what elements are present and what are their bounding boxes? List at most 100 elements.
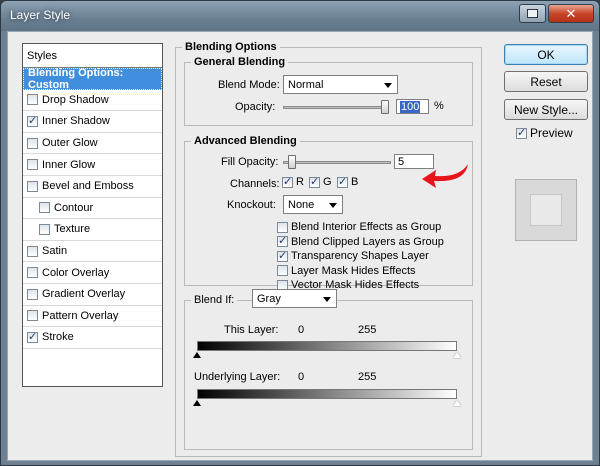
checkbox-icon: [277, 265, 288, 277]
checkbox-icon[interactable]: [39, 202, 50, 214]
channel-g-label: G: [323, 176, 332, 188]
advanced-blending-title: Advanced Blending: [191, 135, 300, 147]
checkbox-icon: [516, 126, 527, 139]
blend-if-select[interactable]: Gray: [252, 289, 337, 308]
style-item[interactable]: Blending Options: Custom: [23, 66, 162, 91]
fill-opacity-slider-thumb[interactable]: [288, 155, 296, 169]
restore-icon: [527, 9, 538, 18]
channel-r-checkbox[interactable]: R: [282, 175, 304, 188]
close-button[interactable]: ✕: [548, 4, 594, 23]
general-blending-group: General Blending Blend Mode: Normal Opac…: [184, 56, 473, 126]
reset-button[interactable]: Reset: [504, 71, 588, 92]
ok-button[interactable]: OK: [504, 44, 588, 65]
style-item-label: Bevel and Emboss: [42, 180, 134, 193]
chevron-down-icon: [323, 297, 331, 302]
checkbox-icon[interactable]: [27, 245, 38, 257]
style-item[interactable]: Drop Shadow: [23, 90, 162, 112]
style-item[interactable]: Outer Glow: [23, 133, 162, 155]
style-item[interactable]: Gradient Overlay: [23, 284, 162, 306]
styles-list-header[interactable]: Styles: [23, 44, 162, 68]
styles-list: Styles Blending Options: Custom Drop Shad…: [22, 43, 163, 387]
checkbox-icon[interactable]: [27, 330, 38, 343]
style-item-label: Inner Shadow: [42, 115, 110, 128]
new-style-button[interactable]: New Style...: [504, 99, 588, 120]
preview-checkbox[interactable]: Preview: [516, 126, 573, 140]
channel-r-label: R: [296, 176, 304, 188]
checkbox-icon[interactable]: [27, 159, 38, 171]
knockout-select[interactable]: None: [283, 195, 343, 214]
blend-if-label: Blend If:: [191, 294, 238, 306]
opacity-unit: %: [434, 100, 444, 112]
checkbox-icon: [277, 249, 288, 262]
advanced-option-label: Blend Clipped Layers as Group: [291, 235, 444, 248]
style-item[interactable]: Satin: [23, 241, 162, 263]
style-item[interactable]: Inner Shadow: [23, 111, 162, 133]
style-item[interactable]: Bevel and Emboss: [23, 176, 162, 198]
channels-label: Channels:: [230, 178, 280, 190]
annotation-arrow-icon: [422, 164, 468, 188]
style-item-label: Satin: [42, 245, 68, 258]
advanced-option-label: Transparency Shapes Layer: [291, 250, 429, 263]
style-item-label: Color Overlay: [42, 266, 110, 279]
style-item[interactable]: Stroke: [23, 327, 162, 349]
this-layer-label: This Layer:: [224, 324, 279, 336]
chevron-down-icon: [329, 203, 337, 208]
checkbox-icon[interactable]: [27, 114, 38, 127]
title-bar[interactable]: Layer Style ✕: [1, 1, 599, 31]
style-preview-inner: [530, 194, 562, 226]
checkbox-icon: [277, 234, 288, 248]
layer-style-window: Layer Style ✕ Styles Blending Options: C…: [0, 0, 600, 466]
advanced-option-checkbox[interactable]: Transparency Shapes Layer: [277, 249, 429, 263]
checkbox-icon[interactable]: [27, 94, 38, 106]
style-item-label: Inner Glow: [42, 158, 96, 171]
channel-b-checkbox[interactable]: B: [337, 175, 358, 188]
opacity-input[interactable]: 100: [396, 99, 429, 114]
checkbox-icon[interactable]: [27, 267, 38, 279]
opacity-slider-thumb[interactable]: [381, 100, 389, 114]
blend-if-value: Gray: [257, 293, 281, 305]
style-item-label: Drop Shadow: [42, 93, 109, 106]
checkbox-icon[interactable]: [27, 288, 38, 300]
checkbox-icon[interactable]: [27, 310, 38, 322]
underlying-layer-black-handle[interactable]: [193, 400, 201, 406]
style-item-label: Texture: [54, 223, 91, 236]
fill-opacity-slider-track[interactable]: [283, 161, 391, 164]
style-item-label: Gradient Overlay: [42, 288, 126, 301]
advanced-option-label: Layer Mask Hides Effects: [291, 264, 416, 277]
advanced-option-checkbox[interactable]: Blend Interior Effects as Group: [277, 221, 441, 233]
style-item-label: Blending Options: Custom: [28, 66, 124, 91]
window-title: Layer Style: [10, 8, 71, 22]
style-item[interactable]: Pattern Overlay: [23, 306, 162, 328]
close-icon: ✕: [565, 6, 577, 21]
underlying-layer-max: 255: [358, 371, 377, 383]
style-item[interactable]: Inner Glow: [23, 154, 162, 176]
underlying-layer-label: Underlying Layer:: [194, 371, 281, 383]
underlying-layer-white-handle[interactable]: [453, 400, 461, 406]
this-layer-white-handle[interactable]: [453, 352, 461, 358]
style-item[interactable]: Texture: [23, 219, 162, 241]
chevron-down-icon: [384, 83, 392, 88]
checkbox-icon: [277, 221, 288, 233]
advanced-option-checkbox[interactable]: Layer Mask Hides Effects: [277, 265, 416, 277]
checkbox-icon[interactable]: [27, 180, 38, 192]
advanced-option-checkbox[interactable]: Blend Clipped Layers as Group: [277, 234, 444, 248]
new-style-label: New Style...: [513, 103, 579, 117]
blend-mode-label: Blend Mode:: [218, 79, 280, 91]
blending-options-title: Blending Options: [182, 41, 280, 53]
style-item-label: Contour: [54, 201, 94, 214]
style-item[interactable]: Contour: [23, 198, 162, 220]
style-item[interactable]: Color Overlay: [23, 262, 162, 284]
underlying-layer-min: 0: [298, 371, 305, 383]
opacity-label: Opacity:: [235, 101, 276, 113]
checkbox-icon[interactable]: [39, 223, 50, 235]
styles-list-items: Blending Options: Custom Drop Shadow Inner…: [23, 66, 162, 349]
channel-g-checkbox[interactable]: G: [309, 175, 332, 188]
restore-button[interactable]: [519, 4, 546, 23]
blend-mode-select[interactable]: Normal: [283, 75, 398, 94]
opacity-slider-track[interactable]: [283, 106, 389, 109]
preview-label: Preview: [530, 126, 573, 140]
checkbox-icon: [309, 175, 320, 188]
checkbox-icon[interactable]: [27, 137, 38, 149]
blend-if-group: Blend If: Gray This Layer: 0 255 Underly…: [184, 289, 473, 450]
this-layer-black-handle[interactable]: [193, 352, 201, 358]
